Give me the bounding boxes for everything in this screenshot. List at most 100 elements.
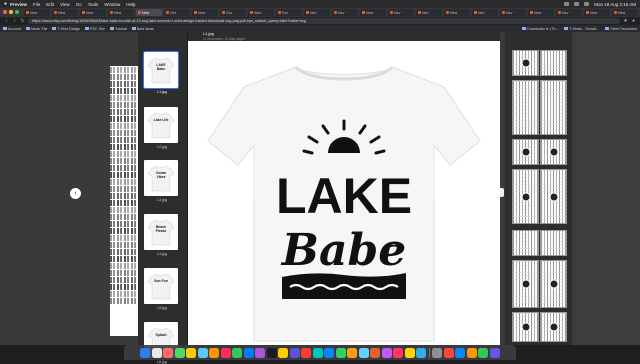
dock-app-icon[interactable] bbox=[404, 347, 415, 358]
dock-app-icon[interactable] bbox=[151, 347, 162, 358]
dock-app-icon[interactable] bbox=[466, 347, 477, 358]
menu-tools[interactable]: Tools bbox=[88, 2, 99, 7]
bundle-preview-thumbnail[interactable] bbox=[512, 230, 539, 256]
dock-app-icon[interactable] bbox=[243, 347, 254, 358]
dock-app-icon[interactable] bbox=[455, 347, 466, 358]
browser-tab[interactable]: Nev bbox=[332, 9, 358, 16]
browser-tab[interactable]: Wed bbox=[248, 9, 274, 16]
menu-help[interactable]: Help bbox=[126, 2, 135, 7]
browser-tab[interactable]: Nev bbox=[304, 9, 330, 16]
menu-file[interactable]: File bbox=[33, 2, 40, 7]
dock-app-icon[interactable] bbox=[209, 347, 220, 358]
thumbnail[interactable]: Ocean Vibes bbox=[144, 160, 178, 196]
wifi-icon[interactable] bbox=[574, 2, 580, 6]
browser-tab[interactable]: New bbox=[52, 9, 78, 16]
dock-app-icon[interactable] bbox=[278, 347, 289, 358]
menu-edit[interactable]: Edit bbox=[46, 2, 54, 7]
bundle-preview-thumbnail[interactable] bbox=[540, 50, 567, 76]
dock-app-icon[interactable] bbox=[174, 347, 185, 358]
dock-app-icon[interactable] bbox=[163, 347, 174, 358]
browser-tab[interactable]: New bbox=[136, 9, 162, 16]
bundle-preview-thumbnail[interactable] bbox=[540, 80, 567, 135]
dock-app-icon[interactable] bbox=[478, 347, 489, 358]
thumbnail[interactable]: Beach Please bbox=[144, 214, 178, 250]
browser-tab[interactable]: Nev bbox=[500, 9, 526, 16]
browser-tab[interactable]: New bbox=[360, 9, 386, 16]
bundle-preview-thumbnail[interactable] bbox=[540, 260, 567, 308]
menu-view[interactable]: View bbox=[60, 2, 70, 7]
dock-app-icon[interactable] bbox=[186, 347, 197, 358]
previous-image-button[interactable]: ‹ bbox=[70, 188, 81, 199]
close-window-icon[interactable] bbox=[3, 10, 7, 14]
dock-app-icon[interactable] bbox=[232, 347, 243, 358]
extensions-icon[interactable]: ★ bbox=[623, 18, 628, 24]
menu-window[interactable]: Window bbox=[104, 2, 120, 7]
dock-app-icon[interactable] bbox=[393, 347, 404, 358]
browser-tab[interactable]: Oro bbox=[220, 9, 246, 16]
bundle-preview-thumbnail[interactable] bbox=[540, 169, 567, 224]
dock-app-icon[interactable] bbox=[289, 347, 300, 358]
bookmark-item[interactable]: Account bbox=[3, 27, 21, 31]
browser-tab[interactable]: New bbox=[612, 9, 638, 16]
bookmark-item[interactable]: Other Favourites bbox=[605, 27, 637, 31]
dock-app-icon[interactable] bbox=[255, 347, 266, 358]
bookmark-item[interactable]: Tutorial bbox=[109, 27, 127, 31]
bookmark-item[interactable]: PDC Site bbox=[85, 27, 105, 31]
search-icon[interactable] bbox=[584, 2, 590, 6]
dock-app-icon[interactable] bbox=[266, 347, 277, 358]
minimize-window-icon[interactable] bbox=[9, 10, 13, 14]
dock-app-icon[interactable] bbox=[489, 347, 500, 358]
browser-tab[interactable]: New bbox=[108, 9, 134, 16]
dock-app-icon[interactable] bbox=[416, 347, 427, 358]
browser-tab[interactable]: New bbox=[80, 9, 106, 16]
dock-app-icon[interactable] bbox=[443, 347, 454, 358]
bundle-preview-thumbnail[interactable] bbox=[540, 139, 567, 165]
dock-app-icon[interactable] bbox=[140, 347, 151, 358]
dock-app-icon[interactable] bbox=[432, 347, 443, 358]
bookmark-item[interactable]: T-Shirt Design bbox=[52, 27, 80, 31]
bundle-preview-thumbnail[interactable] bbox=[540, 312, 567, 342]
bookmark-item[interactable]: Best Ideas bbox=[131, 27, 154, 31]
browser-tab[interactable]: New bbox=[584, 9, 610, 16]
browser-tab[interactable]: New bbox=[444, 9, 470, 16]
dock-app-icon[interactable] bbox=[381, 347, 392, 358]
bundle-preview-thumbnail[interactable] bbox=[512, 312, 539, 342]
dock-app-icon[interactable] bbox=[370, 347, 381, 358]
dock-app-icon[interactable] bbox=[197, 347, 208, 358]
browser-tab[interactable]: Fun bbox=[276, 9, 302, 16]
bundle-preview-thumbnail[interactable] bbox=[540, 230, 567, 256]
menu-app-name[interactable]: Preview bbox=[10, 2, 27, 7]
clock[interactable]: Mon 18 Aug 2:16 AM bbox=[594, 2, 636, 7]
zoom-window-icon[interactable] bbox=[15, 10, 19, 14]
profile-icon[interactable]: ● bbox=[631, 18, 636, 24]
bookmark-item[interactable]: Never File bbox=[26, 27, 47, 31]
forward-icon[interactable]: › bbox=[12, 18, 17, 24]
browser-tab[interactable]: Nev bbox=[556, 9, 582, 16]
bundle-preview-thumbnail[interactable] bbox=[512, 169, 539, 224]
browser-tab[interactable]: Nev bbox=[416, 9, 442, 16]
browser-tab[interactable]: New bbox=[528, 9, 554, 16]
dock-app-icon[interactable] bbox=[358, 347, 369, 358]
dock-app-icon[interactable] bbox=[347, 347, 358, 358]
dock-app-icon[interactable] bbox=[312, 347, 323, 358]
bundle-preview-thumbnail[interactable] bbox=[512, 50, 539, 76]
browser-tab[interactable]: Ont bbox=[164, 9, 190, 16]
dock-app-icon[interactable] bbox=[301, 347, 312, 358]
thumbnail[interactable]: Sun Fun bbox=[144, 268, 178, 304]
browser-tab[interactable]: Nev bbox=[472, 9, 498, 16]
bookmark-item[interactable]: T-Shirts - Gem&t... bbox=[564, 27, 599, 31]
battery-icon[interactable] bbox=[564, 2, 570, 6]
thumbnail[interactable]: LAKE Babe bbox=[143, 51, 179, 89]
browser-tab[interactable]: New bbox=[192, 9, 218, 16]
dock-app-icon[interactable] bbox=[335, 347, 346, 358]
browser-tab[interactable]: Nev bbox=[388, 9, 414, 16]
reload-icon[interactable]: ↻ bbox=[20, 18, 25, 24]
bundle-preview-thumbnail[interactable] bbox=[512, 80, 539, 135]
dock-app-icon[interactable] bbox=[220, 347, 231, 358]
thumbnail[interactable]: Lake Life bbox=[144, 107, 178, 143]
url-field[interactable]: https://www.etsy.com/listing/1505098463/… bbox=[28, 18, 620, 24]
bundle-preview-thumbnail[interactable] bbox=[512, 139, 539, 165]
back-icon[interactable]: ‹ bbox=[4, 18, 9, 24]
menu-go[interactable]: Go bbox=[76, 2, 82, 7]
dock-app-icon[interactable] bbox=[324, 347, 335, 358]
